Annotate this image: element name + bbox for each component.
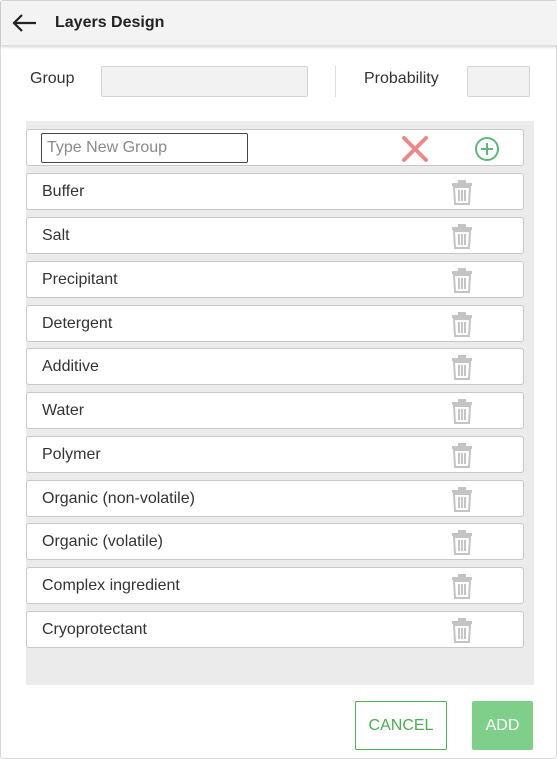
trash-icon — [452, 574, 472, 599]
delete-button[interactable] — [451, 224, 473, 249]
list-item: Additive — [26, 348, 524, 385]
trash-icon — [452, 443, 472, 468]
plus-circle-icon — [475, 137, 499, 161]
probability-field[interactable] — [467, 66, 530, 97]
arrow-left-icon — [12, 14, 36, 32]
new-group-row — [26, 129, 524, 166]
group-label: Buffer — [42, 183, 85, 200]
group-label: Water — [42, 402, 85, 419]
group-label: Detergent — [42, 315, 113, 332]
discard-button[interactable] — [401, 135, 429, 163]
delete-button[interactable] — [451, 530, 473, 555]
list-item: Buffer — [26, 173, 524, 210]
add-button[interactable]: ADD — [472, 701, 533, 750]
close-icon — [402, 136, 428, 162]
delete-button[interactable] — [451, 399, 473, 424]
list-item: Organic (non-volatile) — [26, 480, 524, 517]
group-label: Polymer — [42, 446, 101, 463]
list-item: Salt — [26, 217, 524, 254]
cancel-button[interactable]: CANCEL — [355, 701, 447, 750]
group-label: Precipitant — [42, 271, 118, 288]
group-label: Complex ingredient — [42, 577, 180, 594]
delete-button[interactable] — [451, 180, 473, 205]
dialog: Layers Design Group Probability Buffer — [0, 0, 557, 759]
trash-icon — [452, 530, 472, 555]
trash-icon — [452, 487, 472, 512]
group-label: Organic (non-volatile) — [42, 490, 195, 507]
header: Layers Design — [1, 1, 557, 46]
group-label: Group — [30, 70, 75, 87]
group-label: Salt — [42, 227, 70, 244]
trash-icon — [452, 268, 472, 293]
delete-button[interactable] — [451, 443, 473, 468]
trash-icon — [452, 355, 472, 380]
group-label: Additive — [42, 358, 99, 375]
probability-label: Probability — [364, 70, 439, 87]
delete-button[interactable] — [451, 487, 473, 512]
list-item: Polymer — [26, 436, 524, 473]
trash-icon — [452, 312, 472, 337]
divider — [335, 66, 336, 97]
delete-button[interactable] — [451, 268, 473, 293]
group-field[interactable] — [101, 66, 308, 97]
group-label: Cryoprotectant — [42, 621, 147, 638]
group-label: Organic (volatile) — [42, 533, 163, 550]
trash-icon — [452, 180, 472, 205]
list-item: Precipitant — [26, 261, 524, 298]
add-group-button[interactable] — [473, 135, 501, 163]
list-item: Complex ingredient — [26, 567, 524, 604]
list-item: Organic (volatile) — [26, 523, 524, 560]
trash-icon — [452, 618, 472, 643]
back-button[interactable] — [10, 10, 40, 36]
new-group-input[interactable] — [41, 133, 248, 163]
list-item: Water — [26, 392, 524, 429]
delete-button[interactable] — [451, 618, 473, 643]
delete-button[interactable] — [451, 574, 473, 599]
delete-button[interactable] — [451, 355, 473, 380]
trash-icon — [452, 399, 472, 424]
list-item: Cryoprotectant — [26, 611, 524, 648]
list-item: Detergent — [26, 305, 524, 342]
delete-button[interactable] — [451, 312, 473, 337]
page-title: Layers Design — [55, 14, 165, 31]
trash-icon — [452, 224, 472, 249]
